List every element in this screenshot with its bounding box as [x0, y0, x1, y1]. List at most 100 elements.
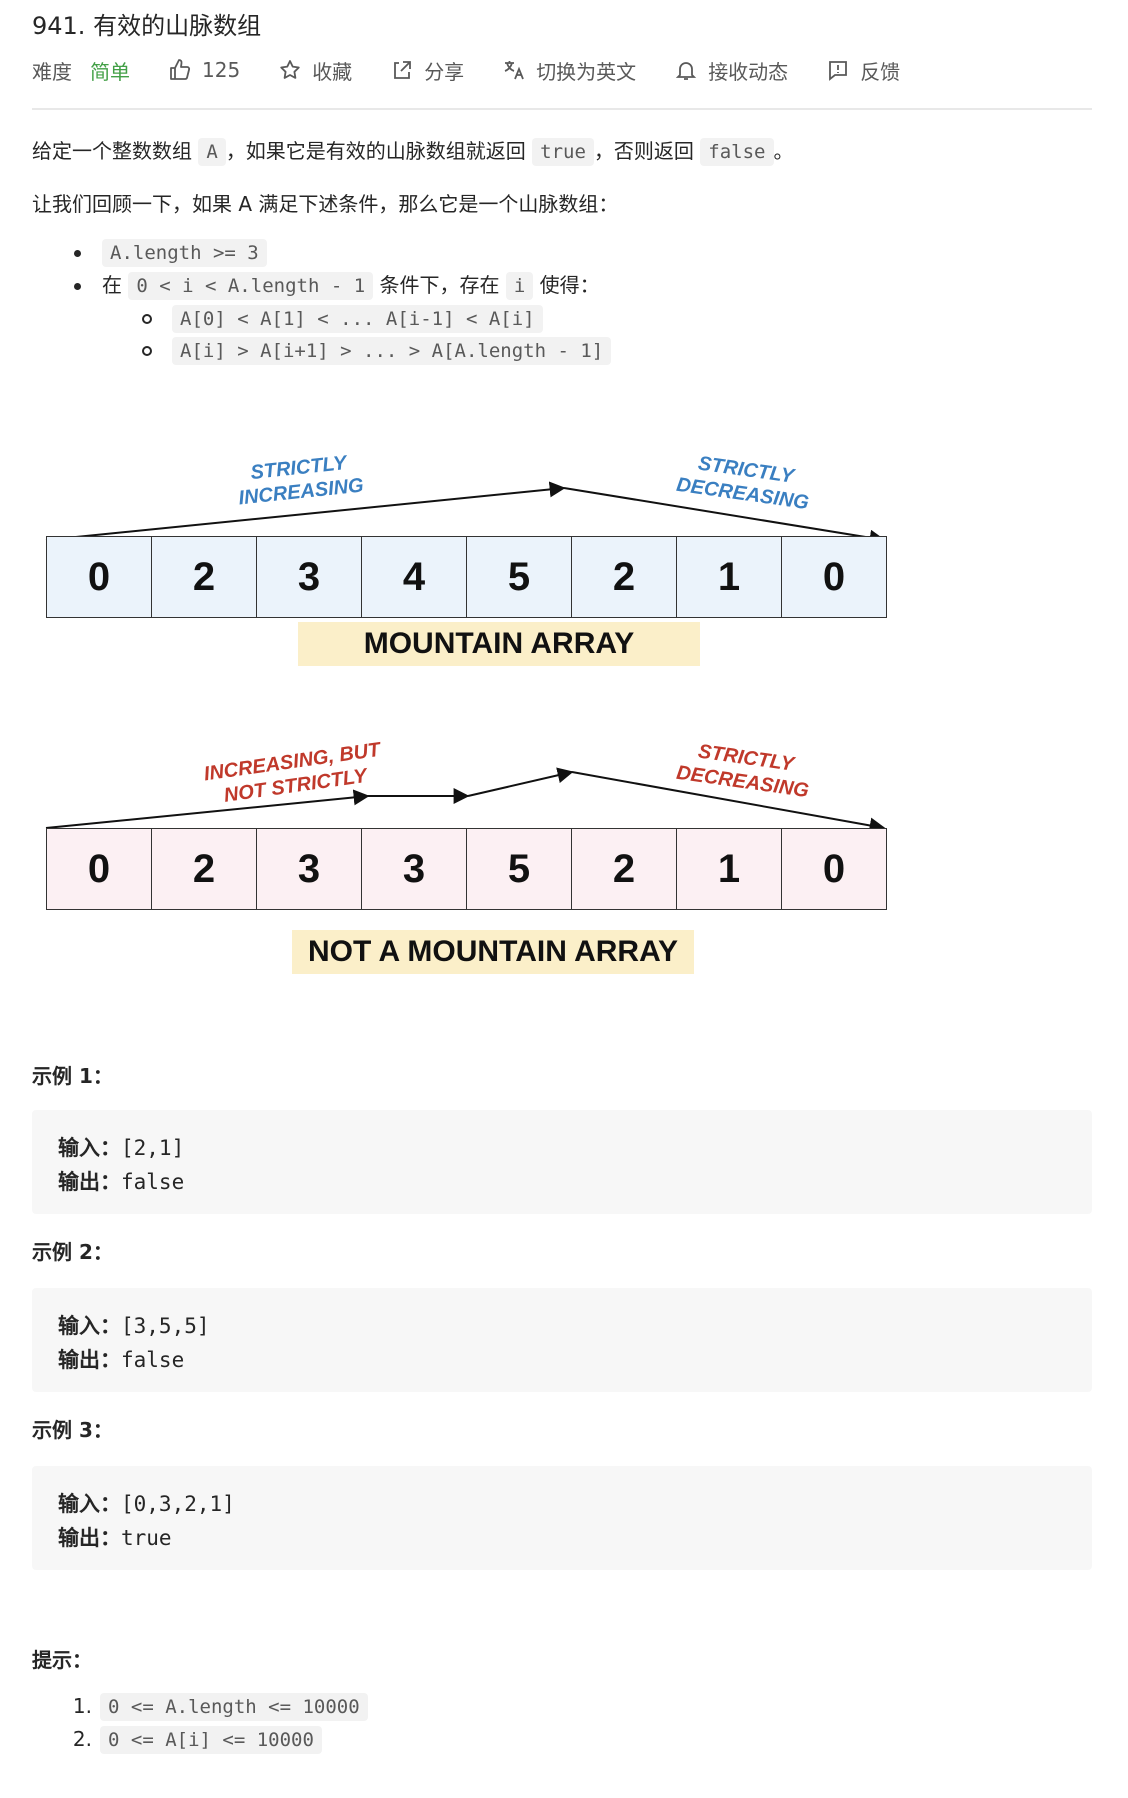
- input-value: [2,1]: [121, 1136, 185, 1160]
- difficulty-label: 难度: [32, 59, 72, 84]
- array-cell: 2: [152, 537, 257, 617]
- example-box: 输入：[2,1] 输出：false: [32, 1110, 1092, 1214]
- array-cell: 0: [47, 537, 152, 617]
- intro-text: ，否则返回: [593, 139, 701, 163]
- subscribe-button[interactable]: 接收动态: [674, 56, 788, 85]
- array-cell: 1: [677, 537, 782, 617]
- output-value: false: [121, 1170, 185, 1194]
- array-cell: 2: [572, 829, 677, 909]
- input-value: [3,5,5]: [121, 1314, 210, 1338]
- array-cell: 1: [677, 829, 782, 909]
- star-icon: [280, 60, 300, 79]
- hint-number: 1.: [72, 1694, 92, 1718]
- output-label: 输出：: [58, 1170, 121, 1194]
- array-cell: 2: [152, 829, 257, 909]
- mountain-array-banner: MOUNTAIN ARRAY: [298, 622, 700, 666]
- translate-icon: [504, 61, 525, 80]
- output-label: 输出：: [58, 1526, 121, 1550]
- example-input: 输入：[0,3,2,1]: [58, 1488, 235, 1518]
- code-range: 0 < i < A.length - 1: [128, 272, 374, 300]
- hint-item: 2. 0 <= A[i] <= 10000: [32, 1723, 368, 1756]
- increasing-arrow: [45, 789, 370, 829]
- array-cell: 5: [467, 829, 572, 909]
- like-count: 125: [202, 58, 241, 82]
- example-heading: 示例 1：: [32, 1064, 113, 1088]
- divider: [32, 108, 1092, 110]
- not-mountain-array-banner: NOT A MOUNTAIN ARRAY: [292, 930, 694, 974]
- difficulty-value: 简单: [90, 59, 130, 84]
- condition-item: A.length >= 3: [32, 236, 611, 269]
- conditions-list: A.length >= 3 在 0 < i < A.length - 1 条件下…: [32, 236, 612, 366]
- array-cell: 3: [257, 829, 362, 909]
- array-cell: 3: [257, 537, 362, 617]
- translate-label: 切换为英文: [536, 59, 637, 84]
- array-cell: 0: [822, 846, 846, 891]
- recall-text: 让我们回顾一下，如果 A 满足下述条件，那么它是一个山脉数组：: [32, 192, 619, 216]
- example-input: 输入：[2,1]: [58, 1132, 184, 1162]
- array-cell: 2: [572, 537, 677, 617]
- example-output: 输出：false: [58, 1166, 184, 1196]
- problem-toolbar: 难度 简单 125 收藏 分享 切换为英文 接收动态 反馈: [32, 50, 938, 90]
- example-box: 输入：[0,3,2,1] 输出：true: [32, 1466, 1092, 1570]
- input-value: [0,3,2,1]: [121, 1492, 235, 1516]
- sub-conditions: A[0] < A[1] < ... A[i-1] < A[i] A[i] > A…: [32, 302, 612, 366]
- hint-number: 2.: [72, 1727, 92, 1751]
- share-icon: [394, 61, 412, 79]
- output-label: 输出：: [58, 1348, 121, 1372]
- array-cells: 0 2 3 4 5 2 1 0: [46, 536, 887, 618]
- hints-list: 1. 0 <= A.length <= 10000 2. 0 <= A[i] <= …: [32, 1690, 368, 1756]
- code-a: A: [198, 138, 226, 166]
- example-input: 输入：[3,5,5]: [58, 1310, 210, 1340]
- input-label: 输入：: [58, 1136, 121, 1160]
- feedback-button[interactable]: 反馈: [826, 56, 900, 85]
- share-button[interactable]: 分享: [390, 56, 464, 85]
- share-label: 分享: [424, 59, 465, 84]
- intro-text: 给定一个整数数组: [32, 139, 199, 163]
- like-button[interactable]: 125: [168, 58, 240, 82]
- difficulty: 难度 简单: [32, 56, 130, 85]
- array-cell: 0: [822, 554, 846, 599]
- sub-condition: A[i] > A[i+1] > ... > A[A.length - 1]: [32, 334, 612, 366]
- condition-text: 在: [102, 273, 129, 297]
- translate-button[interactable]: 切换为英文: [502, 56, 636, 85]
- code-length: A.length >= 3: [102, 239, 267, 267]
- intro-text: 。: [773, 139, 794, 163]
- bell-icon: [676, 62, 697, 80]
- array-cells: 0 2 3 3 5 2 1 0: [46, 828, 887, 910]
- code-i: i: [505, 272, 534, 300]
- array-cell: 5: [467, 537, 572, 617]
- code-increasing: A[0] < A[1] < ... A[i-1] < A[i]: [172, 305, 543, 333]
- feedback-label: 反馈: [860, 59, 901, 84]
- output-value: false: [121, 1348, 185, 1372]
- example-output: 输出：true: [58, 1522, 172, 1552]
- example-heading: 示例 2：: [32, 1240, 113, 1264]
- subscribe-label: 接收动态: [708, 59, 789, 84]
- code-decreasing: A[i] > A[i+1] > ... > A[A.length - 1]: [172, 337, 612, 365]
- feedback-icon: [829, 61, 848, 81]
- array-cell: 4: [362, 537, 467, 617]
- input-label: 输入：: [58, 1492, 121, 1516]
- array-cell: 3: [362, 829, 467, 909]
- array-cell: 0: [47, 829, 152, 909]
- condition-text: 条件下，存在: [373, 273, 506, 297]
- problem-title: 941. 有效的山脉数组: [32, 12, 262, 40]
- sub-condition: A[0] < A[1] < ... A[i-1] < A[i]: [32, 302, 611, 334]
- condition-text: 使得：: [533, 273, 600, 297]
- hints-heading: 提示：: [32, 1648, 92, 1672]
- example-heading: 示例 3：: [32, 1418, 113, 1442]
- example-box: 输入：[3,5,5] 输出：false: [32, 1288, 1092, 1392]
- favorite-button[interactable]: 收藏: [278, 56, 352, 85]
- thumbs-up-icon: [170, 59, 191, 80]
- input-label: 输入：: [58, 1314, 121, 1338]
- condition-item: 在 0 < i < A.length - 1 条件下，存在 i 使得：: [32, 269, 611, 302]
- example-output: 输出：false: [58, 1344, 184, 1374]
- output-value: true: [121, 1526, 172, 1550]
- hint-code: 0 <= A[i] <= 10000: [100, 1726, 322, 1754]
- hint-item: 1. 0 <= A.length <= 10000: [32, 1690, 368, 1723]
- sub-list: A[0] < A[1] < ... A[i-1] < A[i] A[i] > A…: [32, 302, 612, 366]
- increasing-arrow: [467, 767, 574, 797]
- problem-intro: 给定一个整数数组 A ，如果它是有效的山脉数组就返回 true ，否则返回 fals…: [32, 134, 794, 169]
- hint-code: 0 <= A.length <= 10000: [100, 1693, 368, 1721]
- favorite-label: 收藏: [312, 59, 353, 84]
- intro-text: ，如果它是有效的山脉数组就返回: [225, 139, 533, 163]
